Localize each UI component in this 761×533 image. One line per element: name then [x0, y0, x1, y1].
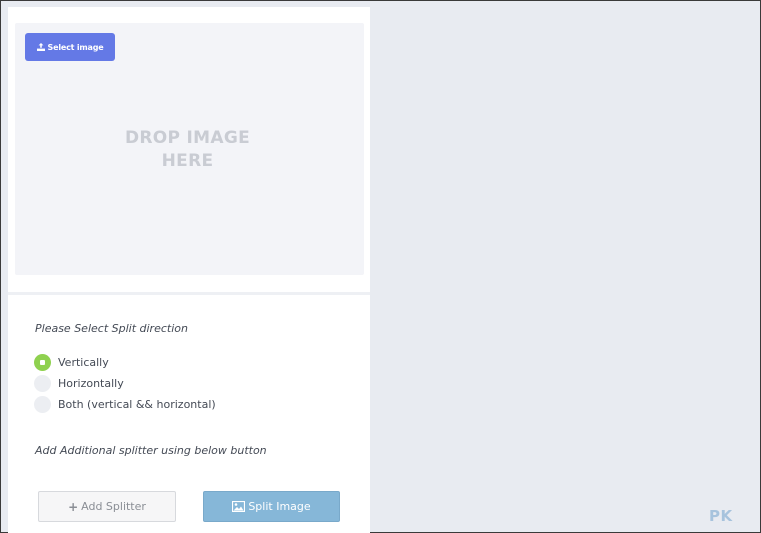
radio-button-horizontally[interactable]: [34, 375, 51, 392]
radio-button-vertically[interactable]: [34, 354, 51, 371]
select-image-button[interactable]: Select image: [25, 33, 115, 61]
upload-icon: [36, 43, 45, 51]
add-splitter-button[interactable]: + Add Splitter: [38, 491, 176, 522]
radio-button-both[interactable]: [34, 396, 51, 413]
split-direction-prompt: Please Select Split direction: [35, 322, 188, 335]
split-image-label: Split Image: [248, 500, 311, 513]
section-divider: [8, 292, 370, 295]
add-splitter-label: Add Splitter: [81, 500, 146, 513]
drop-image-hint: DROP IMAGE HERE: [125, 128, 250, 171]
radio-label-horizontally: Horizontally: [58, 377, 124, 390]
split-settings-panel: Select image DROP IMAGE HERE Please Selec…: [8, 7, 370, 533]
add-splitter-prompt: Add Additional splitter using below butt…: [35, 444, 267, 457]
image-drop-zone[interactable]: Select image DROP IMAGE HERE: [15, 23, 364, 275]
radio-label-vertically: Vertically: [58, 356, 109, 369]
watermark-logo: PK: [709, 507, 733, 525]
image-icon: [232, 501, 246, 512]
select-image-label: Select image: [47, 42, 104, 52]
plus-icon: +: [68, 499, 79, 514]
split-image-button[interactable]: Split Image: [203, 491, 340, 522]
radio-option-both[interactable]: Both (vertical && horizontal): [34, 396, 216, 413]
radio-option-horizontally[interactable]: Horizontally: [34, 375, 124, 392]
radio-option-vertically[interactable]: Vertically: [34, 354, 109, 371]
radio-label-both: Both (vertical && horizontal): [58, 398, 216, 411]
